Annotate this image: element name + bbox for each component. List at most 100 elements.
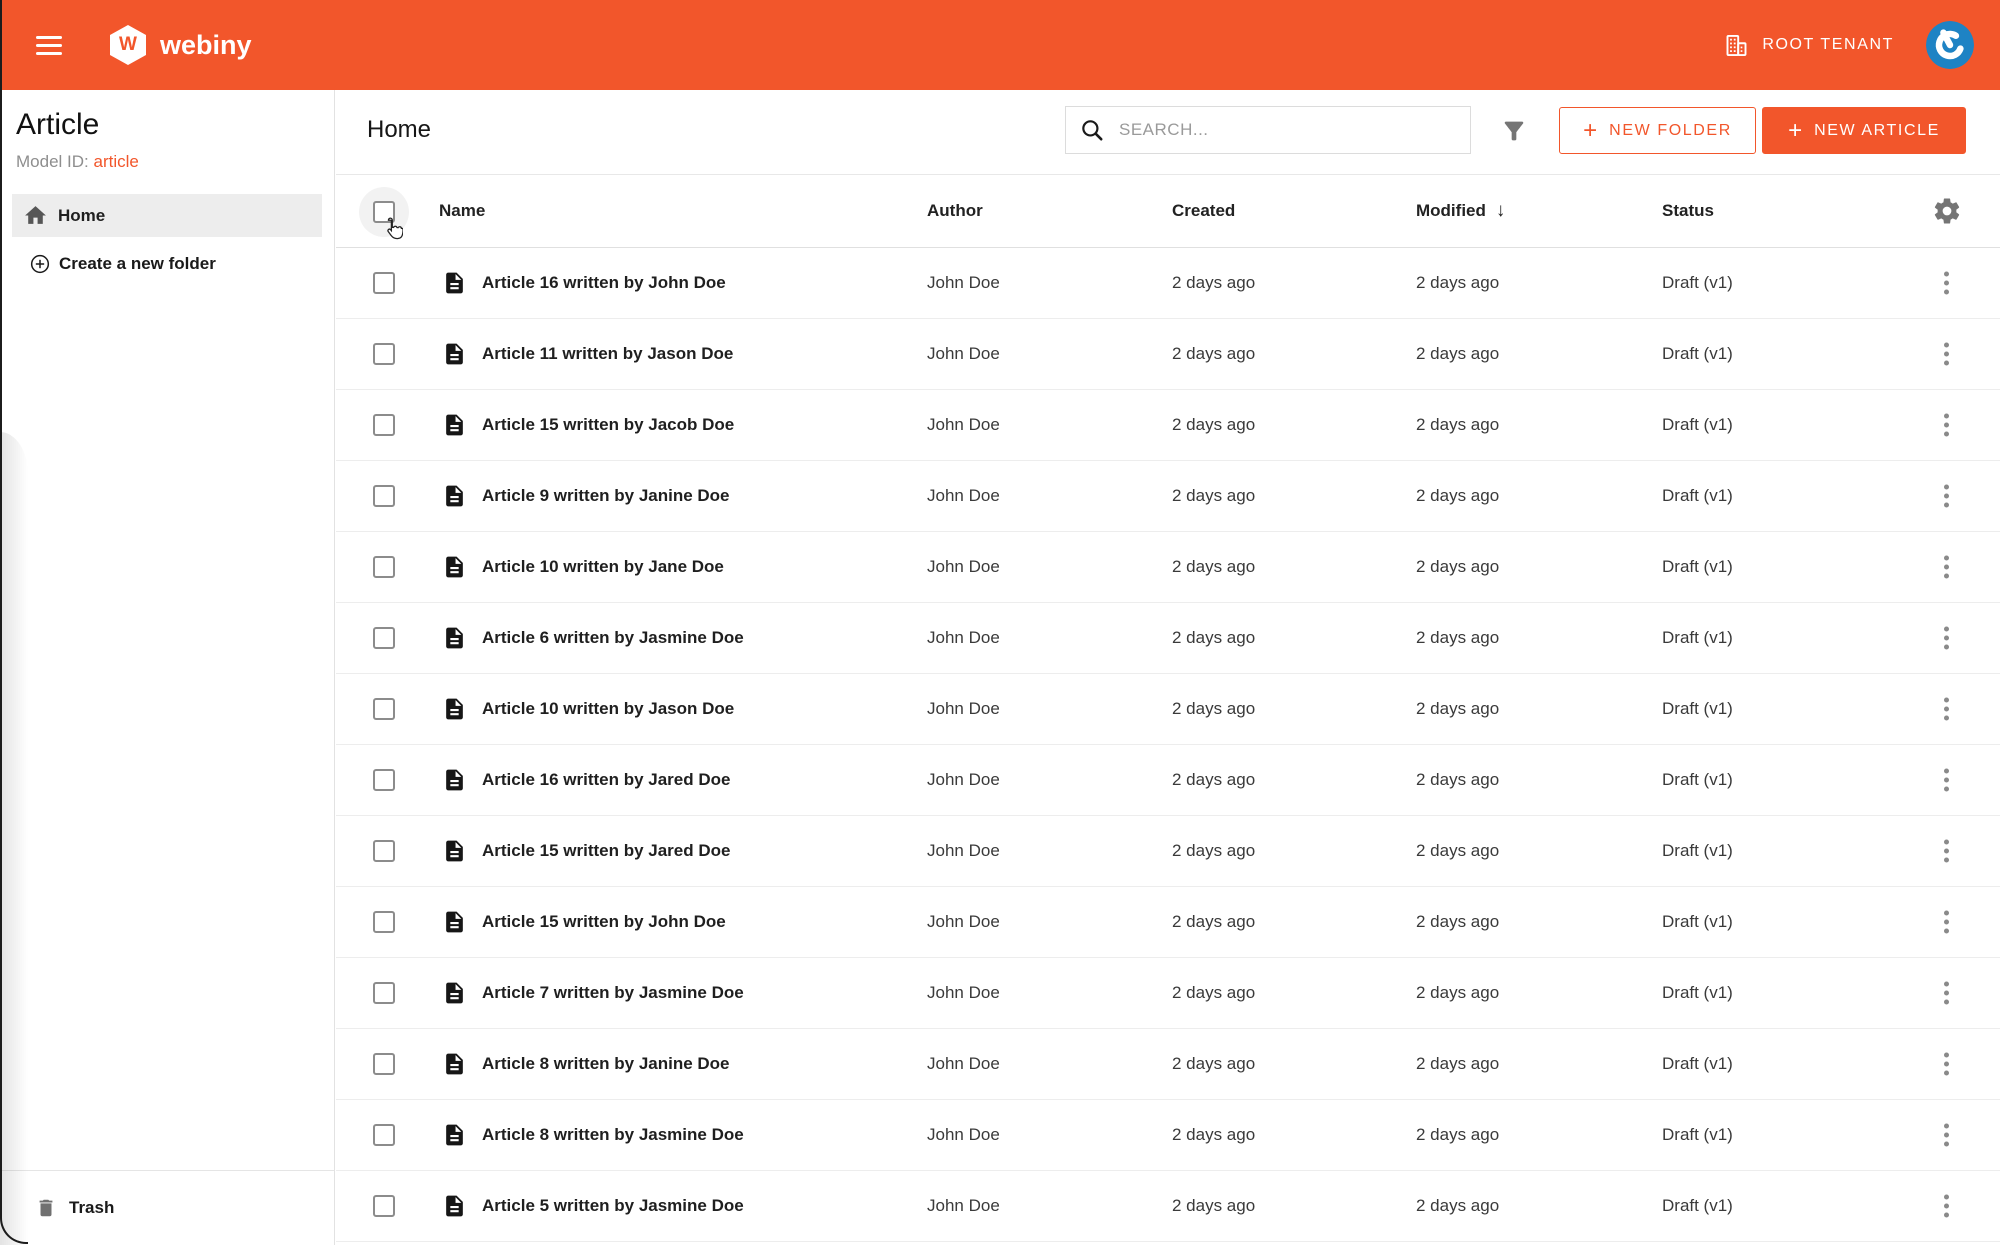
webiny-logo[interactable]: W webiny: [110, 25, 252, 65]
row-author: John Doe: [927, 486, 1000, 505]
column-header-author[interactable]: Author: [927, 201, 983, 221]
row-author: John Doe: [927, 415, 1000, 434]
table-row: Article 15 written by Jacob Doe John Doe…: [336, 390, 2000, 461]
sidebar-item-home[interactable]: Home: [12, 194, 322, 237]
table-row: Article 7 written by Jasmine Doe John Do…: [336, 958, 2000, 1029]
row-checkbox[interactable]: [373, 1053, 395, 1075]
row-name-link[interactable]: Article 16 written by John Doe: [482, 273, 726, 293]
row-menu-kebab-icon[interactable]: [1937, 625, 1955, 652]
sidebar-item-label: Trash: [69, 1198, 115, 1217]
row-author: John Doe: [927, 628, 1000, 647]
row-checkbox[interactable]: [373, 485, 395, 507]
row-author: John Doe: [927, 1054, 1000, 1073]
row-author: John Doe: [927, 983, 1000, 1002]
row-modified: 2 days ago: [1416, 1196, 1500, 1215]
row-menu-kebab-icon[interactable]: [1937, 1193, 1955, 1220]
sidebar-item-trash[interactable]: Trash: [35, 1193, 114, 1223]
row-menu-kebab-icon[interactable]: [1937, 1051, 1955, 1078]
table-row: Article 8 written by Janine Doe John Doe…: [336, 1029, 2000, 1100]
row-modified: 2 days ago: [1416, 770, 1500, 789]
row-name-link[interactable]: Article 10 written by Jason Doe: [482, 699, 734, 719]
row-menu-kebab-icon[interactable]: [1937, 270, 1955, 297]
row-checkbox[interactable]: [373, 272, 395, 294]
row-checkbox[interactable]: [373, 698, 395, 720]
row-menu-kebab-icon[interactable]: [1937, 980, 1955, 1007]
row-modified: 2 days ago: [1416, 699, 1500, 718]
row-status: Draft (v1): [1662, 841, 1733, 860]
row-checkbox[interactable]: [373, 556, 395, 578]
row-menu-kebab-icon[interactable]: [1937, 341, 1955, 368]
user-avatar[interactable]: [1926, 21, 1974, 69]
row-status: Draft (v1): [1662, 1125, 1733, 1144]
row-checkbox[interactable]: [373, 1195, 395, 1217]
row-name-link[interactable]: Article 8 written by Janine Doe: [482, 1054, 730, 1074]
row-modified: 2 days ago: [1416, 486, 1500, 505]
row-name-link[interactable]: Article 15 written by John Doe: [482, 912, 726, 932]
row-menu-kebab-icon[interactable]: [1937, 767, 1955, 794]
row-name-link[interactable]: Article 8 written by Jasmine Doe: [482, 1125, 744, 1145]
row-name-link[interactable]: Article 9 written by Janine Doe: [482, 486, 730, 506]
row-name-link[interactable]: Article 6 written by Jasmine Doe: [482, 628, 744, 648]
row-menu-kebab-icon[interactable]: [1937, 909, 1955, 936]
document-icon: [446, 1053, 463, 1075]
row-name-link[interactable]: Article 10 written by Jane Doe: [482, 557, 724, 577]
row-created: 2 days ago: [1172, 273, 1256, 292]
row-menu-kebab-icon[interactable]: [1937, 412, 1955, 439]
sidebar-item-label: Home: [58, 205, 106, 225]
filter-icon[interactable]: [1500, 116, 1528, 146]
hamburger-menu-icon[interactable]: [36, 31, 62, 60]
row-checkbox[interactable]: [373, 982, 395, 1004]
column-header-created[interactable]: Created: [1172, 201, 1235, 221]
new-folder-button[interactable]: + NEW FOLDER: [1559, 107, 1756, 154]
home-icon: [25, 206, 46, 224]
row-author: John Doe: [927, 770, 1000, 789]
row-checkbox[interactable]: [373, 627, 395, 649]
tenant-selector[interactable]: ROOT TENANT: [1723, 32, 1894, 59]
sidebar-divider: [0, 1170, 334, 1171]
row-checkbox[interactable]: [373, 840, 395, 862]
row-name-link[interactable]: Article 16 written by Jared Doe: [482, 770, 730, 790]
table-row: Article 10 written by Jane Doe John Doe …: [336, 532, 2000, 603]
row-menu-kebab-icon[interactable]: [1937, 554, 1955, 581]
document-icon: [446, 698, 463, 720]
search-input[interactable]: [1119, 107, 1470, 153]
table-row: Article 8 written by Jasmine Doe John Do…: [336, 1100, 2000, 1171]
row-name-link[interactable]: Article 15 written by Jacob Doe: [482, 415, 734, 435]
model-id: Model ID: article: [16, 152, 139, 172]
row-menu-kebab-icon[interactable]: [1937, 1122, 1955, 1149]
sidebar-item-create-folder[interactable]: Create a new folder: [30, 250, 216, 278]
row-name-link[interactable]: Article 7 written by Jasmine Doe: [482, 983, 744, 1003]
plus-icon: +: [1583, 116, 1598, 144]
row-author: John Doe: [927, 344, 1000, 363]
row-author: John Doe: [927, 699, 1000, 718]
row-author: John Doe: [927, 912, 1000, 931]
row-menu-kebab-icon[interactable]: [1937, 483, 1955, 510]
main-content: Home + NEW FOLDER + NEW ARTICLE Name Aut…: [336, 90, 2000, 1245]
column-header-name[interactable]: Name: [439, 201, 485, 221]
row-checkbox[interactable]: [373, 414, 395, 436]
column-header-modified[interactable]: Modified ↓: [1416, 200, 1505, 222]
row-checkbox[interactable]: [373, 343, 395, 365]
row-status: Draft (v1): [1662, 344, 1733, 363]
row-checkbox[interactable]: [373, 1124, 395, 1146]
row-checkbox[interactable]: [373, 911, 395, 933]
row-created: 2 days ago: [1172, 699, 1256, 718]
gear-icon[interactable]: [1932, 196, 1962, 226]
column-header-status[interactable]: Status: [1662, 201, 1714, 221]
select-all-checkbox[interactable]: [373, 201, 395, 223]
row-menu-kebab-icon[interactable]: [1937, 838, 1955, 865]
row-modified: 2 days ago: [1416, 1054, 1500, 1073]
row-name-link[interactable]: Article 11 written by Jason Doe: [482, 344, 733, 364]
row-name-link[interactable]: Article 5 written by Jasmine Doe: [482, 1196, 744, 1216]
table-row: Article 10 written by Jason Doe John Doe…: [336, 674, 2000, 745]
plus-circle-icon: [30, 254, 50, 274]
row-menu-kebab-icon[interactable]: [1937, 696, 1955, 723]
top-app-bar: W webiny ROOT TENANT: [0, 0, 2000, 90]
row-modified: 2 days ago: [1416, 415, 1500, 434]
row-checkbox[interactable]: [373, 769, 395, 791]
row-name-link[interactable]: Article 15 written by Jared Doe: [482, 841, 730, 861]
document-icon: [446, 272, 463, 294]
row-status: Draft (v1): [1662, 628, 1733, 647]
row-modified: 2 days ago: [1416, 1125, 1500, 1144]
new-article-button[interactable]: + NEW ARTICLE: [1762, 107, 1966, 154]
